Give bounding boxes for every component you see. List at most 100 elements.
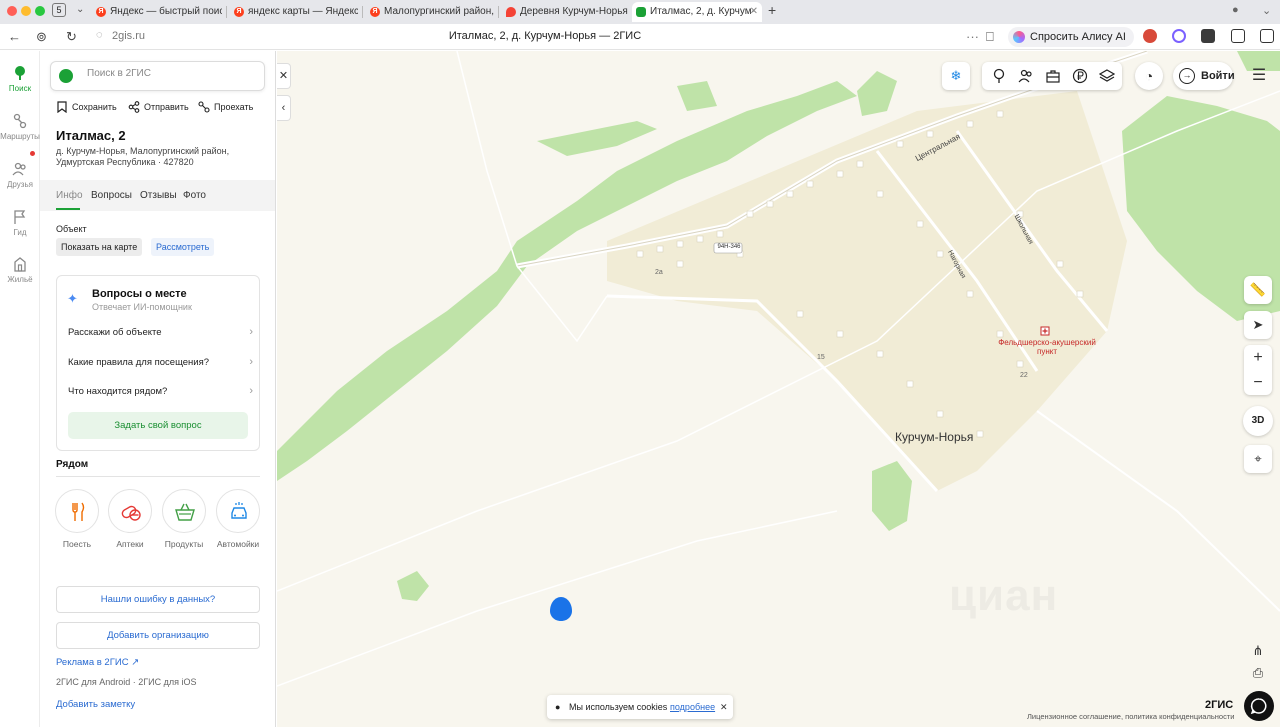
tab-count-badge[interactable]: 5 — [52, 3, 66, 17]
downloads-icon[interactable]: ⌄ — [1262, 4, 1271, 17]
legal-links[interactable]: Лицензионное соглашение, политика конфид… — [1027, 712, 1234, 721]
qa-title: Вопросы о месте — [92, 288, 187, 300]
login-icon: → — [1179, 68, 1195, 84]
cookie-more-link[interactable]: подробнее — [670, 695, 715, 719]
friends-icon — [12, 162, 26, 176]
layers-icon[interactable] — [1099, 68, 1115, 84]
tab-photos[interactable]: Фото — [183, 190, 206, 201]
search-box[interactable] — [50, 61, 265, 91]
save-button[interactable]: Сохранить — [56, 101, 117, 113]
qa-subtitle: Отвечает ИИ-помощник — [92, 302, 192, 312]
poi-label[interactable]: Фельдшерско-акушерский пункт — [989, 338, 1105, 356]
map-pin-panel-icon[interactable]: ⌖ — [1244, 445, 1272, 473]
pill-icon — [121, 505, 141, 521]
maximize-window-button[interactable] — [35, 6, 45, 16]
friends-icon[interactable] — [1018, 68, 1034, 84]
close-tab-icon[interactable]: ✕ — [750, 2, 758, 22]
zoom-out-button[interactable]: − — [1244, 370, 1272, 395]
poi-label-line: Фельдшерско-акушерский — [998, 338, 1096, 347]
rail-item-friends[interactable]: Друзья — [0, 161, 40, 189]
watermark: циан — [949, 571, 1059, 620]
map-tools — [982, 62, 1122, 90]
nearby-car-wash[interactable]: Автомойки — [215, 489, 261, 549]
snowflake-icon[interactable]: ❄ — [942, 62, 970, 90]
qa-question[interactable]: Какие правила для посещения? › — [68, 356, 253, 368]
login-button[interactable]: → Войти — [1173, 62, 1235, 90]
browser-tab[interactable]: Я яндекс карты — Яндекс: н — [230, 2, 358, 22]
qa-question[interactable]: Что находится рядом? › — [68, 385, 253, 397]
briefcase-icon[interactable] — [1045, 68, 1061, 84]
locate-me-icon[interactable]: ➤ — [1244, 311, 1272, 339]
search-input[interactable] — [87, 68, 257, 79]
zoom-controls: + − — [1244, 345, 1272, 395]
tab-questions[interactable]: Вопросы — [91, 190, 132, 201]
share-button[interactable]: Отправить — [128, 101, 189, 113]
minimize-window-button[interactable] — [21, 6, 31, 16]
more-icon[interactable]: ··· — [966, 29, 979, 44]
rail-item-guide[interactable]: Гид — [0, 209, 40, 237]
menu-icon[interactable]: ☰ — [1245, 62, 1273, 90]
nearby-food[interactable]: Поесть — [54, 489, 100, 549]
ruble-icon[interactable] — [1072, 68, 1088, 84]
url-host[interactable]: 2gis.ru — [112, 30, 145, 42]
3d-mode-button[interactable]: 3D — [1243, 406, 1273, 436]
ai-questions-card: ✦ Вопросы о месте Отвечает ИИ-помощник Р… — [56, 275, 260, 451]
browser-tab-active[interactable]: Италмас, 2, д. Курчум- ✕ — [632, 2, 762, 22]
add-organization-button[interactable]: Добавить организацию — [56, 622, 260, 649]
route-icon — [13, 113, 27, 129]
browser-tab[interactable]: Я Яндекс — быстрый поиск — [92, 2, 222, 22]
qa-question[interactable]: Расскажи об объекте › — [68, 326, 253, 338]
route-button[interactable]: Проехать — [198, 101, 253, 113]
rail-item-routes[interactable]: Маршруты — [0, 113, 40, 141]
left-rail: Поиск Маршруты Друзья Гид Жильё — [0, 51, 40, 727]
user-location-icon[interactable]: ◔ — [1135, 62, 1163, 90]
ruler-icon[interactable]: 📏 — [1244, 276, 1272, 304]
back-icon[interactable]: ← — [8, 29, 21, 44]
close-panel-button[interactable]: ✕ — [277, 63, 291, 89]
rail-item-housing[interactable]: Жильё — [0, 256, 40, 284]
ask-alice-button[interactable]: Спросить Алису AI — [1008, 27, 1134, 47]
tab-label: Яндекс — быстрый поиск — [110, 6, 222, 17]
tabs-dropdown-icon[interactable]: ⌄ — [76, 4, 84, 15]
nearby-groceries[interactable]: Продукты — [161, 489, 207, 549]
reload-icon[interactable]: ↻ — [66, 29, 77, 45]
ask-question-button[interactable]: Задать свой вопрос — [68, 412, 248, 439]
close-window-button[interactable] — [7, 6, 17, 16]
zoom-in-button[interactable]: + — [1244, 345, 1272, 370]
cookie-banner: ● Мы используем cookies подробнее ✕ — [547, 695, 733, 719]
yandex-icon: Я — [370, 7, 380, 17]
chat-icon — [1250, 698, 1267, 715]
look-button[interactable]: Рассмотреть — [151, 238, 215, 256]
map-canvas[interactable]: ✕ ‹ Центральная Школьная Нагорная 94Н-34… — [277, 51, 1280, 727]
print-icon[interactable]: ⎙ — [1244, 659, 1272, 687]
extension-icon[interactable] — [1172, 29, 1186, 43]
extension-icon[interactable] — [1231, 29, 1245, 43]
chevron-right-icon: › — [249, 385, 253, 397]
tab-reviews[interactable]: Отзывы — [140, 190, 177, 201]
browser-tab[interactable]: Я Малопургинский район, — [366, 2, 494, 22]
report-error-button[interactable]: Нашли ошибку в данных? — [56, 586, 260, 613]
tab-info[interactable]: Инфо — [56, 190, 83, 201]
apps-links[interactable]: 2ГИС для Android · 2ГИС для iOS — [56, 677, 196, 687]
browser-tab[interactable]: Деревня Курчум-Норья — [502, 2, 628, 22]
nearby-pharmacies[interactable]: Аптеки — [107, 489, 153, 549]
show-on-map-button[interactable]: Показать на карте — [56, 238, 143, 256]
ads-link[interactable]: Реклама в 2ГИС ↗ — [56, 657, 139, 668]
close-cookie-icon[interactable]: ✕ — [720, 695, 728, 719]
nearby-label: Поесть — [62, 539, 92, 549]
alice-label: Спросить Алису AI — [1030, 31, 1126, 43]
add-note-link[interactable]: Добавить заметку — [56, 699, 135, 710]
yandex-home-icon[interactable]: ⊚ — [36, 29, 47, 45]
collapse-panel-button[interactable]: ‹ — [277, 95, 291, 121]
tree-icon[interactable] — [991, 68, 1007, 84]
profile-icon[interactable]: ● — [1232, 4, 1239, 16]
extension-icon[interactable] — [1143, 29, 1157, 43]
rail-label: Жильё — [7, 275, 33, 284]
chat-button[interactable] — [1244, 691, 1274, 721]
rail-item-search[interactable]: Поиск — [0, 65, 40, 93]
shield-icon[interactable]: ◌ — [96, 29, 103, 41]
bookmark-icon[interactable]: ⎕ — [986, 29, 994, 45]
extensions-menu-icon[interactable] — [1260, 29, 1274, 43]
extension-icon[interactable] — [1201, 29, 1215, 43]
new-tab-button[interactable]: + — [768, 2, 776, 18]
